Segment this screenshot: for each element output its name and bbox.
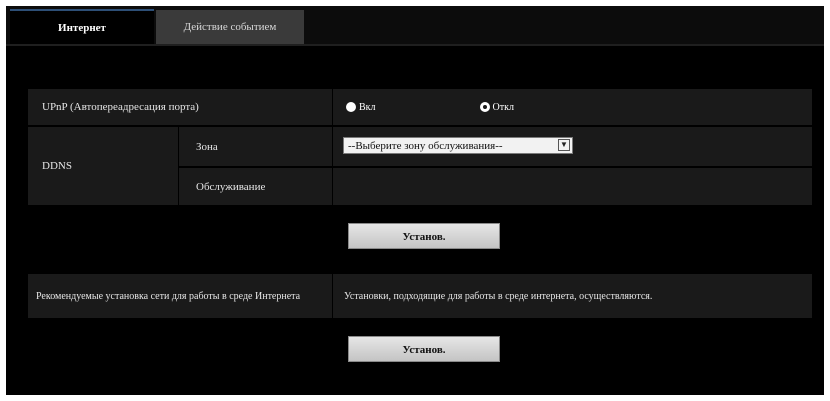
upnp-off-radio[interactable]: Откл bbox=[479, 101, 514, 113]
ddns-zone-select-value: --Выберите зону обслуживания-- bbox=[348, 139, 503, 152]
apply-button-recommended[interactable]: Установ. bbox=[348, 336, 500, 362]
tab-event-action[interactable]: Действие событием bbox=[156, 10, 304, 44]
recommended-settings-label: Рекомендуемые установка сети для работы … bbox=[36, 290, 301, 302]
ddns-zone-label: Зона bbox=[196, 140, 218, 153]
column-divider bbox=[332, 89, 333, 125]
ddns-block: DDNS Зона --Выберите зону обслуживания--… bbox=[28, 127, 812, 205]
recommended-settings-row: Рекомендуемые установка сети для работы … bbox=[28, 274, 812, 318]
apply-button-upnp[interactable]: Установ. bbox=[348, 223, 500, 249]
upnp-row: UPnP (Автопереадресация порта) Вкл Откл bbox=[28, 89, 812, 125]
column-divider bbox=[332, 274, 333, 318]
ddns-service-value bbox=[346, 168, 806, 205]
ddns-zone-cell: --Выберите зону обслуживания-- ▼ bbox=[333, 127, 812, 166]
upnp-label: UPnP (Автопереадресация порта) bbox=[42, 101, 199, 113]
ddns-zone-select[interactable]: --Выберите зону обслуживания-- ▼ bbox=[343, 137, 573, 154]
upnp-off-label: Откл bbox=[492, 101, 514, 113]
upnp-options: Вкл Откл bbox=[346, 89, 806, 125]
upnp-on-radio[interactable]: Вкл bbox=[346, 102, 376, 113]
recommended-settings-description: Установки, подходящие для работы в среде… bbox=[344, 290, 653, 302]
radio-unchecked-icon bbox=[479, 102, 490, 112]
internet-settings-panel: UPnP (Автопереадресация порта) Вкл Откл … bbox=[6, 46, 824, 395]
ddns-label: DDNS bbox=[42, 160, 72, 172]
tab-internet[interactable]: Интернет bbox=[10, 9, 154, 45]
chevron-down-icon[interactable]: ▼ bbox=[558, 139, 570, 151]
radio-checked-icon bbox=[346, 102, 356, 112]
ddns-service-label: Обслуживание bbox=[196, 180, 266, 193]
upnp-on-label: Вкл bbox=[359, 101, 376, 113]
tab-bar: Интернет Действие событием bbox=[6, 6, 824, 46]
settings-window: Интернет Действие событием UPnP (Автопер… bbox=[6, 6, 824, 395]
